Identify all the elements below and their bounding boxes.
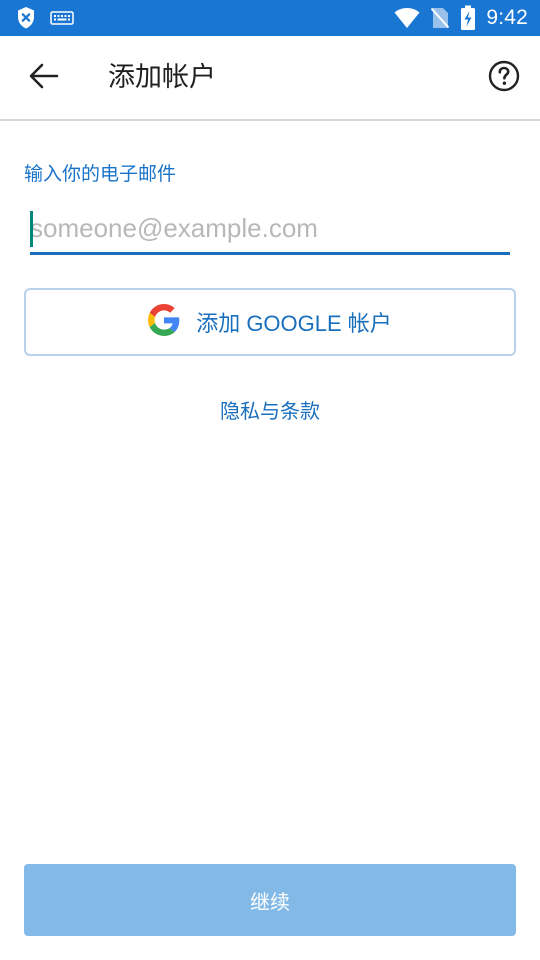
privacy-terms-link[interactable]: 隐私与条款 bbox=[0, 396, 540, 426]
continue-label: 继续 bbox=[250, 889, 290, 914]
help-button[interactable] bbox=[486, 60, 522, 96]
wifi-icon bbox=[394, 7, 420, 29]
continue-button[interactable]: 继续 bbox=[24, 864, 516, 936]
page-title: 添加帐户 bbox=[108, 62, 216, 93]
text-caret bbox=[30, 211, 33, 247]
email-field-container bbox=[30, 205, 510, 255]
add-google-account-button[interactable]: 添加 GOOGLE 帐户 bbox=[24, 288, 516, 356]
keyboard-icon bbox=[50, 10, 74, 26]
back-button[interactable] bbox=[22, 56, 66, 100]
help-circle-icon bbox=[488, 60, 520, 96]
email-label: 输入你的电子邮件 bbox=[24, 163, 177, 185]
status-time: 9:42 bbox=[486, 6, 528, 29]
status-bar-right: 9:42 bbox=[394, 4, 528, 32]
status-bar: 9:42 bbox=[0, 0, 540, 36]
shield-x-icon bbox=[16, 6, 36, 30]
battery-charging-icon bbox=[460, 5, 476, 31]
status-bar-left bbox=[16, 6, 74, 30]
no-sim-icon bbox=[430, 6, 450, 30]
email-input[interactable] bbox=[30, 205, 510, 251]
arrow-left-icon bbox=[29, 63, 59, 93]
add-google-account-label: 添加 GOOGLE 帐户 bbox=[196, 311, 392, 336]
app-bar: 添加帐户 bbox=[0, 36, 540, 121]
add-account-screen: 9:42 添加帐户 输入你的电子邮件 someone@example.com 添… bbox=[0, 0, 540, 960]
google-g-icon bbox=[148, 304, 180, 340]
